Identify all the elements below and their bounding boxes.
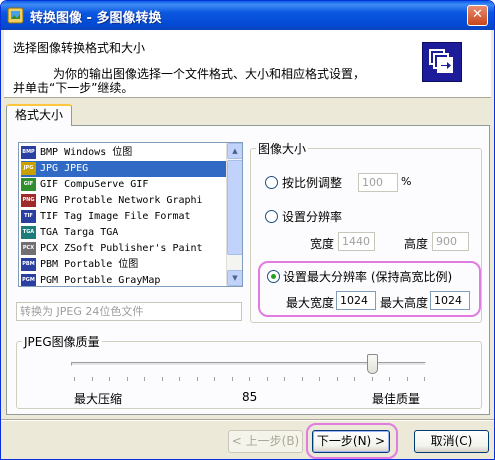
slider-tick [126,377,128,381]
format-list-label: TGA Targa TGA [40,227,119,238]
resolution-label[interactable]: 设置分辨率 [282,208,342,225]
slider-tick [144,377,145,381]
slider-tick [301,377,303,381]
quality-slider-thumb[interactable] [366,354,378,374]
max-width-input[interactable]: 1024 [336,291,376,310]
next-button[interactable]: 下一步(N) > [312,430,390,453]
slider-tick [319,377,320,381]
slider-tick [74,377,75,381]
title-bar[interactable]: 转换图像 - 多图像转换 ✕ [1,1,494,30]
jpeg-quality-label: JPEG图像质量 [22,333,102,350]
format-list-item[interactable]: BMP BMP Windows 位图 [21,145,226,161]
scroll-down-arrow-icon[interactable]: ▼ [227,270,242,286]
header-desc-line-1: 为你的输出图像选择一个文件格式、大小和相应格式设置， [53,67,366,81]
file-format-icon: JPG [21,161,36,175]
format-list-item[interactable]: JPG JPG JPEG [21,161,226,177]
format-list-item[interactable]: TGA TGA Targa TGA [21,225,226,241]
header-description: 为你的输出图像选择一个文件格式、大小和相应格式设置， 并单击“下一步”继续。 [13,67,413,95]
format-list-item[interactable]: PCX PCX ZSoft Publisher's Paint [21,241,226,257]
slider-tick [109,377,110,381]
scale-label[interactable]: 按比例调整 [282,174,342,191]
slider-tick [354,377,355,381]
format-list-label: JPG JPEG [40,163,89,174]
slider-tick [161,377,163,381]
file-format-icon: PGM [21,273,36,286]
header-title: 选择图像转换格式和大小 [13,41,146,55]
quality-min-label: 最大压缩 [74,392,123,406]
image-size-label: 图像大小 [256,140,309,157]
file-format-icon: TGA [21,225,36,239]
format-list-label: PCX ZSoft Publisher's Paint [40,243,203,254]
max-width-label: 最大宽度 [286,296,335,310]
quality-value: 85 [242,390,258,404]
scroll-thumb[interactable] [227,160,242,255]
slider-tick [284,377,285,381]
file-format-icon: PCX [21,241,36,255]
max-resolution-radio[interactable] [267,270,280,283]
width-label: 宽度 [310,237,335,251]
convert-to-field: 转换为 JPEG 24位色文件 [16,302,242,321]
app-icon [7,7,24,24]
format-list[interactable]: ▲ ▼ BMP BMP Windows 位图 JPG JPG JPEG GIF GIF C… [18,142,243,287]
window-title: 转换图像 - 多图像转换 [30,11,162,26]
slider-tick [406,377,408,381]
scale-unit: % [401,175,412,188]
format-list-label: PGM Portable GrayMap [40,275,161,286]
format-size-panel: ▲ ▼ BMP BMP Windows 位图 JPG JPG JPEG GIF GIF C… [6,125,490,415]
slider-tick [371,377,373,381]
format-list-label: PNG Protable Network Graphi [40,195,203,206]
slider-tick [231,377,233,381]
wizard-header: 选择图像转换格式和大小 为你的输出图像选择一个文件格式、大小和相应格式设置， 并… [4,30,491,98]
tab-format-size[interactable]: 格式大小 [6,104,72,126]
convert-images-icon [422,42,462,82]
slider-tick [266,377,268,381]
format-list-label: BMP Windows 位图 [40,147,133,158]
max-resolution-label[interactable]: 设置最大分辨率 (保持高宽比例) [283,268,452,285]
close-button[interactable]: ✕ [467,5,488,26]
resolution-radio[interactable] [265,210,278,223]
scale-input[interactable]: 100 [358,173,398,192]
format-list-item[interactable]: GIF GIF CompuServe GIF [21,177,226,193]
format-list-item[interactable]: TIF TIF Tag Image File Format [21,209,226,225]
header-desc-line-2: 并单击“下一步”继续。 [13,81,134,95]
format-list-item[interactable]: PNG PNG Protable Network Graphi [21,193,226,209]
slider-tick [336,377,338,381]
slider-tick [91,377,93,381]
back-button[interactable]: < 上一步(B) [228,430,303,453]
slider-tick [196,377,198,381]
slider-tick [249,377,250,381]
width-input[interactable]: 1440 [338,232,375,251]
height-input[interactable]: 900 [432,232,469,251]
scroll-up-arrow-icon[interactable]: ▲ [227,143,242,159]
format-list-label: PBM Portable 位图 [40,259,139,270]
quality-max-label: 最佳质量 [372,392,421,406]
max-height-label: 最大高度 [380,296,429,310]
file-format-icon: PBM [21,257,36,271]
file-format-icon: TIF [21,209,36,223]
slider-tick [389,377,390,381]
file-format-icon: GIF [21,177,36,191]
format-list-label: TIF Tag Image File Format [40,211,191,222]
file-format-icon: PNG [21,193,36,207]
format-list-item[interactable]: PGM PGM Portable GrayMap [21,273,226,286]
height-label: 高度 [404,237,429,251]
format-list-label: GIF CompuServe GIF [40,179,149,190]
format-list-item[interactable]: PBM PBM Portable 位图 [21,257,226,273]
wizard-window: 转换图像 - 多图像转换 ✕ 选择图像转换格式和大小 为你的输出图像选择一个文件… [0,0,495,460]
slider-tick [179,377,180,381]
scale-radio[interactable] [265,176,278,189]
footer-separator [1,419,494,421]
max-height-input[interactable]: 1024 [430,291,470,310]
list-scrollbar[interactable]: ▲ ▼ [226,143,242,286]
slider-tick [214,377,215,381]
cancel-button[interactable]: 取消(C) [414,430,489,453]
slider-tick [424,377,425,381]
file-format-icon: BMP [21,145,36,159]
